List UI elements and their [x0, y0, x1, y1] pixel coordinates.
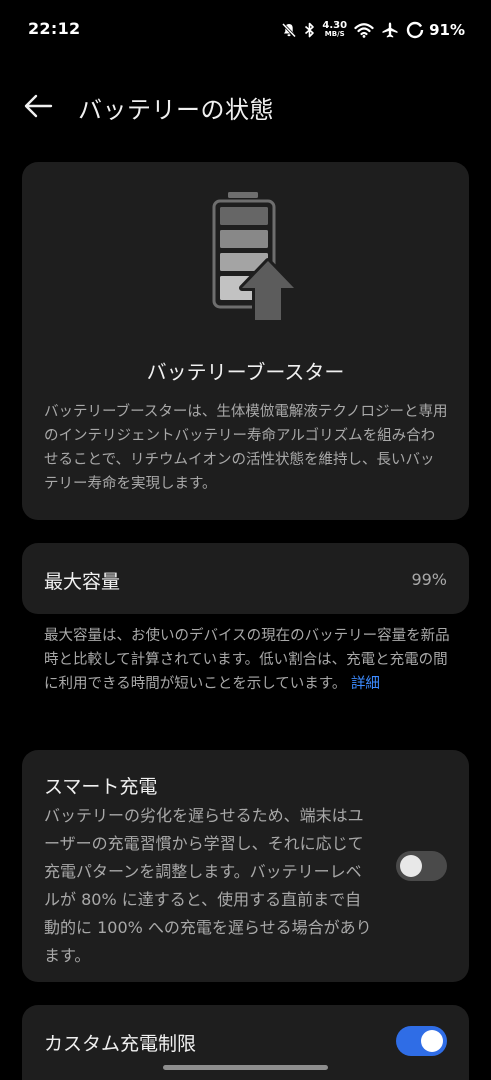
arrow-left-icon: [24, 94, 53, 118]
battery-booster-description: バッテリーブースターは、生体模倣電解液テクノロジーと専用のインテリジェントバッテ…: [44, 404, 448, 492]
back-button[interactable]: [18, 86, 58, 126]
net-speed: 4.30 MB/S: [322, 21, 347, 39]
battery-ring-icon: [406, 21, 424, 39]
max-capacity-note-text: 最大容量は、お使いのデバイスの現在のバッテリー容量を新品時と比較して計算されてい…: [44, 628, 450, 692]
mute-bell-icon: [281, 22, 297, 38]
custom-charge-limit-toggle[interactable]: [396, 1026, 447, 1056]
max-capacity-note: 最大容量は、お使いのデバイスの現在のバッテリー容量を新品時と比較して計算されてい…: [44, 624, 452, 696]
smart-charging-description: バッテリーの劣化を遅らせるため、端末はユーザーの充電習慣から学習し、それに応じて…: [44, 806, 372, 965]
battery-health-screen: 22:12 4.30 MB/S 91% バッテリーの状態 バッテリーブースター …: [0, 0, 491, 1080]
airplane-icon: [381, 21, 399, 39]
wifi-icon: [354, 22, 374, 38]
header: バッテリーの状態: [0, 80, 491, 130]
custom-charge-limit-title: カスタム充電制限: [44, 1033, 197, 1055]
toggle-knob: [400, 855, 422, 877]
bluetooth-icon: [304, 22, 315, 38]
smart-charging-card[interactable]: スマート充電 バッテリーの劣化を遅らせるため、端末はユーザーの充電習慣から学習し…: [22, 750, 469, 982]
battery-booster-title: バッテリーブースター: [146, 360, 345, 384]
net-speed-value: 4.30: [322, 20, 348, 31]
details-link[interactable]: 詳細: [351, 676, 380, 692]
status-time: 22:12: [28, 19, 81, 38]
page-title: バッテリーの状態: [78, 96, 274, 124]
home-indicator[interactable]: [163, 1065, 328, 1070]
smart-charging-title: スマート充電: [44, 776, 158, 798]
status-icons: 4.30 MB/S 91%: [281, 17, 465, 43]
status-bar: 22:12 4.30 MB/S 91%: [0, 0, 491, 60]
battery-booster-card: バッテリーブースター バッテリーブースターは、生体模倣電解液テクノロジーと専用の…: [22, 162, 469, 520]
net-speed-unit: MB/S: [324, 30, 345, 38]
max-capacity-value: 99%: [411, 570, 447, 589]
max-capacity-card: 最大容量 99%: [22, 543, 469, 614]
smart-charging-toggle[interactable]: [396, 851, 447, 881]
max-capacity-label: 最大容量: [44, 571, 121, 593]
toggle-knob: [421, 1030, 443, 1052]
battery-percent: 91%: [429, 21, 465, 39]
battery-booster-icon: [212, 192, 297, 323]
